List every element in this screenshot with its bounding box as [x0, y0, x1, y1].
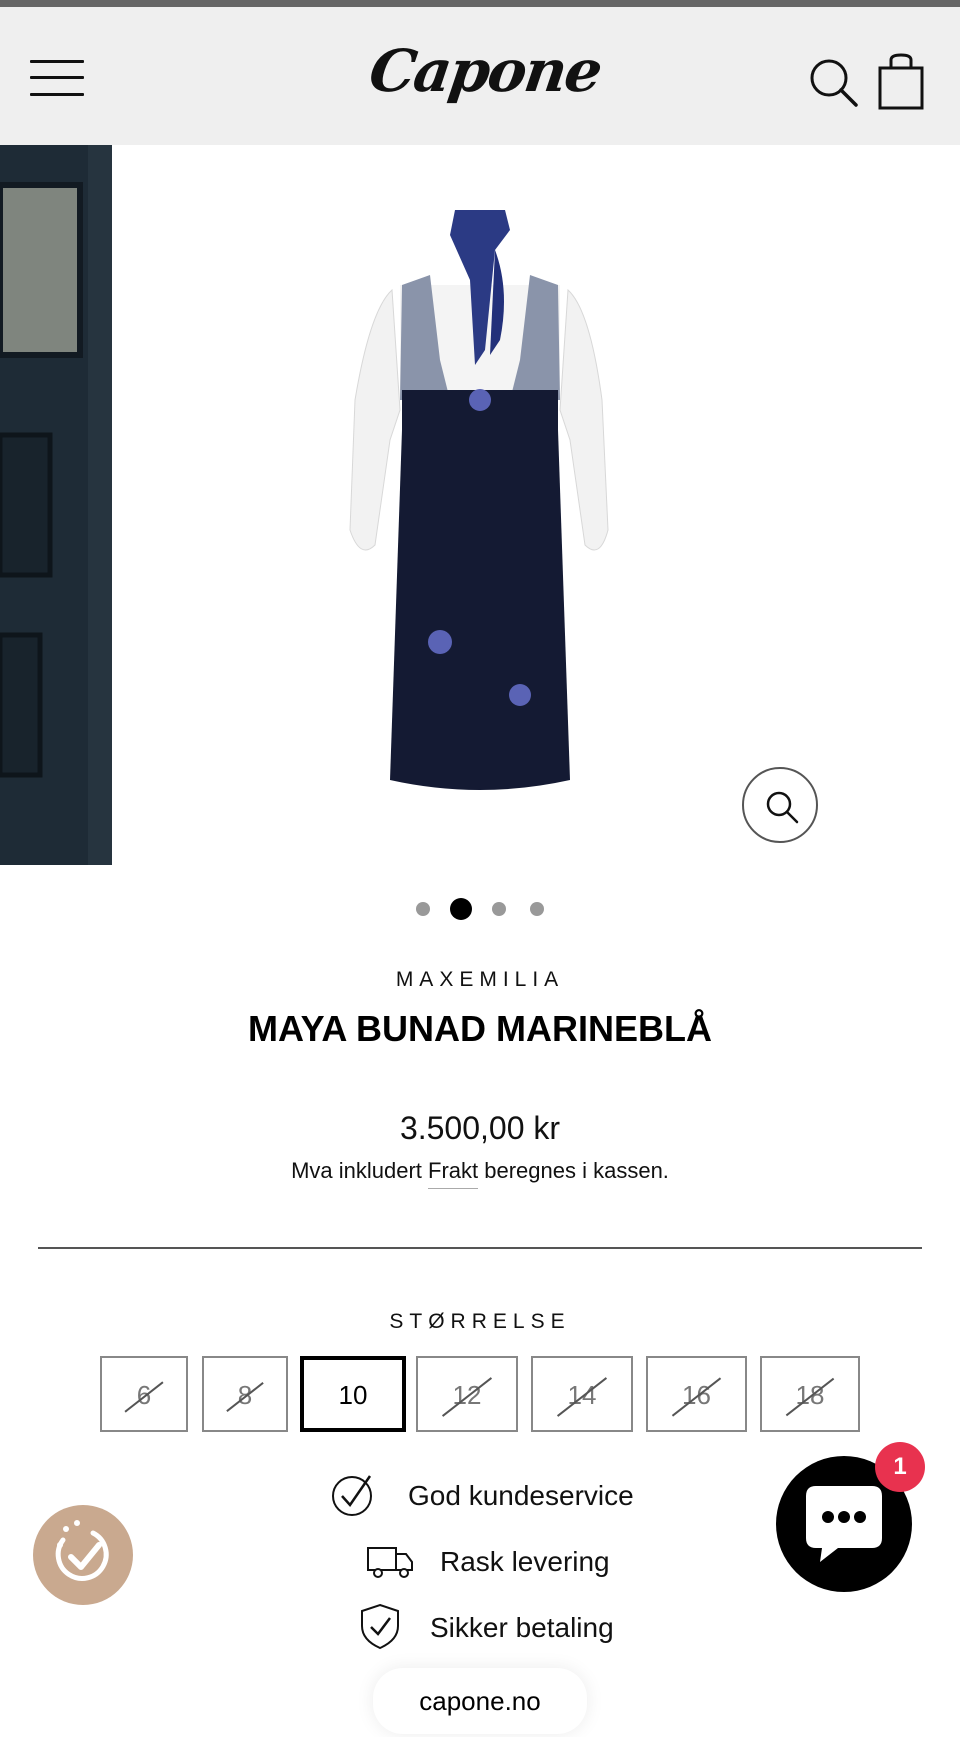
logo-text: Capone [365, 37, 605, 105]
size-option-18[interactable]: 18 [760, 1356, 860, 1432]
size-option-12[interactable]: 12 [416, 1356, 518, 1432]
top-strip [0, 0, 960, 7]
hamburger-menu-icon[interactable] [30, 57, 88, 101]
feature-label: Rask levering [440, 1546, 610, 1577]
size-option-8[interactable]: 8 [202, 1356, 288, 1432]
rewards-badge-icon [55, 1520, 109, 1581]
zoom-button[interactable] [742, 767, 818, 843]
site-logo[interactable]: Capone [365, 37, 605, 127]
feature-label: Sikker betaling [430, 1612, 614, 1643]
size-label: STØRRELSE [389, 1310, 571, 1333]
gallery-dot[interactable] [530, 902, 544, 916]
tax-shipping-note: Mva inkludert Frakt beregnes i kassen. [0, 1158, 960, 1189]
size-options: 6 8 10 12 14 16 18 [0, 1356, 960, 1434]
product-image[interactable] [330, 200, 630, 820]
site-header: Capone [0, 7, 960, 145]
browser-url-bar[interactable]: capone.no [373, 1668, 587, 1734]
previous-slide-peek[interactable] [0, 145, 112, 865]
shield-check-icon [361, 1603, 399, 1650]
gallery-dot-active[interactable] [450, 898, 472, 920]
product-price: 3.500,00 kr [399, 1110, 561, 1146]
feature-label: God kundeservice [408, 1480, 634, 1511]
size-option-10[interactable]: 10 [300, 1356, 406, 1432]
size-option-16[interactable]: 16 [646, 1356, 747, 1432]
gallery-dot[interactable] [416, 902, 430, 916]
rewards-button[interactable] [33, 1505, 133, 1605]
feature-item: God kundeservice [330, 1470, 710, 1520]
product-title: MAYA BUNAD MARINEBLÅ [247, 1008, 713, 1049]
gallery-pagination [0, 898, 960, 922]
search-icon[interactable] [808, 57, 860, 109]
shipping-link[interactable]: Frakt [428, 1158, 479, 1189]
shopping-bag-icon[interactable] [876, 52, 928, 112]
gallery-dot[interactable] [492, 902, 506, 916]
product-gallery[interactable] [0, 145, 960, 865]
feature-item: Rask levering [330, 1536, 710, 1586]
magnifier-icon [766, 791, 799, 824]
size-value: 10 [338, 1380, 368, 1410]
size-option-14[interactable]: 14 [531, 1356, 633, 1432]
size-option-6[interactable]: 6 [100, 1356, 188, 1432]
divider [38, 1247, 922, 1249]
checkmark-circle-icon [332, 1475, 372, 1516]
delivery-truck-icon [367, 1547, 413, 1578]
tax-note-prefix: Mva inkludert [291, 1158, 429, 1183]
chat-unread-badge: 1 [875, 1442, 925, 1492]
feature-item: Sikker betaling [330, 1602, 710, 1652]
tax-note-suffix: beregnes i kassen. [478, 1158, 669, 1183]
product-brand[interactable]: MAXEMILIA [0, 968, 960, 992]
